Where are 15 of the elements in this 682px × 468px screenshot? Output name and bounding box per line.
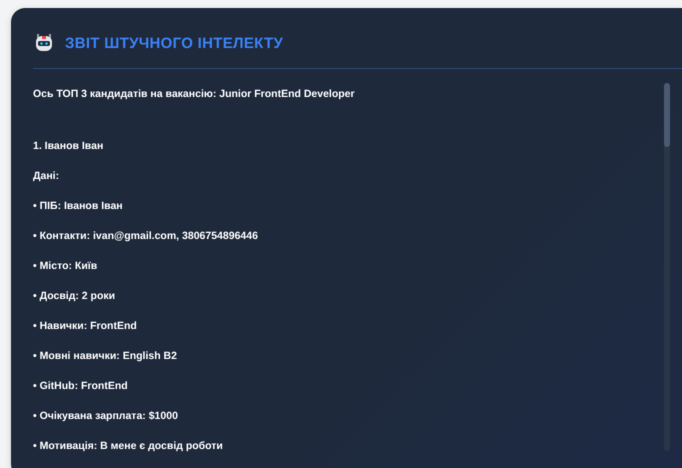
report-line: • Мовні навички: English B2	[33, 350, 177, 362]
report-line: • Контакти: ivan@gmail.com, 3806754896446	[33, 230, 258, 242]
report-line: • Мотивація: В мене є досвід роботи	[33, 440, 223, 452]
report-line: • Очікувана зарплата: $1000	[33, 410, 178, 422]
report-line: • Навички: FrontEnd	[33, 320, 137, 332]
report-line: • Досвід: 2 роки	[33, 290, 116, 302]
report-line: • ПІБ: Іванов Іван	[33, 200, 123, 212]
report-line: Дані:	[33, 170, 60, 182]
intro-text: Ось ТОП 3 кандидатів на вакансію: Junior FrontEnd Developer	[33, 88, 355, 100]
report-line: • Місто: Київ	[33, 260, 98, 272]
report-line: • GitHub: FrontEnd	[33, 380, 128, 392]
robot-icon	[33, 32, 55, 54]
report-line: 1. Іванов Іван	[33, 140, 104, 152]
report-title: ЗВІТ ШТУЧНОГО ІНТЕЛЕКТУ	[65, 34, 284, 52]
scrollbar[interactable]	[664, 83, 670, 451]
